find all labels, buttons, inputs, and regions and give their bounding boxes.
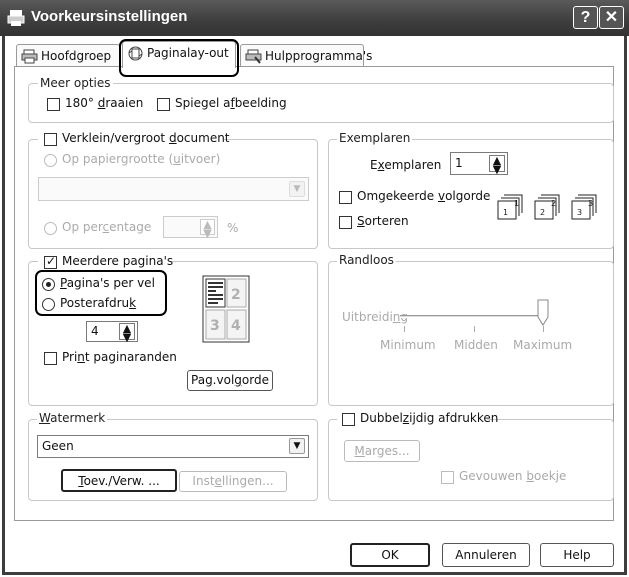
group-label-randloos: Randloos <box>337 253 396 267</box>
tab-panel-paginalay-out: Meer opties 180° draaien Spiegel afbeeld… <box>14 66 614 521</box>
copy-number-1: 1 <box>503 208 508 217</box>
print-borders-checkbox[interactable] <box>44 352 57 365</box>
fit-to-paper-label: Op papiergrootte (uitvoer) <box>62 152 221 166</box>
tab-label: Hulpprogramma's <box>265 49 373 63</box>
preview-page-4: 4 <box>231 318 241 334</box>
collate-checkbox[interactable] <box>339 216 352 229</box>
percentage-spinner[interactable]: ▲ ▼ <box>200 219 215 239</box>
tools-icon <box>245 49 262 64</box>
tick-label-maximum: Maximum <box>513 338 573 352</box>
close-button[interactable]: ✕ <box>599 6 624 29</box>
copy-number-2: 2 <box>551 199 556 208</box>
multi-page-checkbox[interactable] <box>44 254 57 269</box>
printer-icon <box>7 10 25 26</box>
slider-tick <box>474 326 475 332</box>
resize-document-label: Verklein/vergroot document <box>62 131 230 145</box>
printer-icon <box>21 49 38 64</box>
resize-document-checkbox[interactable] <box>44 133 57 146</box>
copy-number-3: 3 <box>577 208 582 217</box>
rotate-180-checkbox[interactable] <box>47 98 60 111</box>
preview-page-3: 3 <box>210 318 220 334</box>
duplex-label: Dubbelzijdig afdrukken <box>360 411 499 425</box>
preview-page-2: 2 <box>231 287 241 303</box>
pages-count-spinner[interactable]: ▲ ▼ <box>119 323 135 343</box>
booklet-label: Gevouwen boekje <box>459 469 567 483</box>
help-button[interactable]: Help <box>540 543 614 567</box>
copy-number-2: 2 <box>540 208 545 217</box>
group-randloos <box>328 261 614 406</box>
percentage-unit: % <box>227 221 239 235</box>
copies-label: Exemplaren <box>370 158 442 172</box>
tab-hulpprogrammas[interactable]: Hulpprogramma's <box>240 44 372 68</box>
add-edit-watermark-button[interactable]: Toev./Verw. ... <box>61 469 177 492</box>
group-label-watermerk: Watermerk <box>37 411 108 425</box>
copy-number-1: 1 <box>514 199 519 208</box>
collate-label: Sorteren <box>357 214 409 228</box>
chevron-down-icon[interactable]: ▼ <box>289 181 305 197</box>
percentage-label: Op percentage <box>62 220 152 234</box>
tab-label: Hoofdgroep <box>41 49 112 63</box>
mirror-label: Spiegel afbeelding <box>175 96 287 110</box>
expansion-slider-track[interactable] <box>400 315 548 318</box>
highlight-active-tab <box>119 39 239 77</box>
print-borders-label: Print paginaranden <box>62 350 177 364</box>
watermark-select[interactable]: Geen <box>37 435 309 458</box>
copy-number-3: 3 <box>588 199 593 208</box>
reverse-order-checkbox[interactable] <box>339 191 352 204</box>
multi-page-label: Meerdere pagina's <box>62 254 174 268</box>
watermark-settings-button[interactable]: Instellingen... <box>179 471 287 492</box>
mirror-checkbox[interactable] <box>157 98 170 111</box>
paper-size-select[interactable] <box>38 177 309 201</box>
ok-button[interactable]: OK <box>350 543 430 567</box>
reverse-order-label: Omgekeerde volgorde <box>357 189 491 203</box>
window-title: Voorkeursinstellingen <box>31 8 188 25</box>
copies-spinner[interactable]: ▲ ▼ <box>489 155 505 175</box>
chevron-down-icon[interactable]: ▼ <box>289 438 305 454</box>
highlight-page-options <box>35 270 167 316</box>
tick-label-midden: Midden <box>454 338 498 352</box>
dialog-window: Voorkeursinstellingen ? ✕ Hoofdgroep Pag… <box>0 0 629 577</box>
tick-label-minimum: Minimum <box>380 338 436 352</box>
slider-tick <box>404 326 405 332</box>
booklet-checkbox[interactable] <box>441 471 454 484</box>
expansion-slider-thumb[interactable] <box>537 299 550 327</box>
cancel-button[interactable]: Annuleren <box>442 543 530 567</box>
fit-to-paper-radio[interactable] <box>44 154 57 167</box>
expansion-label: Uitbreiding <box>342 310 408 324</box>
page-layout-preview: 2 3 4 <box>202 275 250 343</box>
page-order-button[interactable]: Pag.volgorde <box>187 370 273 391</box>
margins-button[interactable]: Marges... <box>344 440 420 462</box>
duplex-checkbox[interactable] <box>342 413 355 426</box>
rotate-180-label: 180° draaien <box>65 96 144 110</box>
title-bar: Voorkeursinstellingen ? ✕ <box>0 0 629 36</box>
percentage-radio[interactable] <box>44 222 57 235</box>
group-label-exemplaren: Exemplaren <box>337 131 413 145</box>
tab-hoofdgroep[interactable]: Hoofdgroep <box>16 44 120 68</box>
collate-pages-icon: 1 1 2 2 3 3 <box>497 194 597 220</box>
group-label-meer-opties: Meer opties <box>38 76 113 90</box>
help-title-button[interactable]: ? <box>573 6 598 29</box>
